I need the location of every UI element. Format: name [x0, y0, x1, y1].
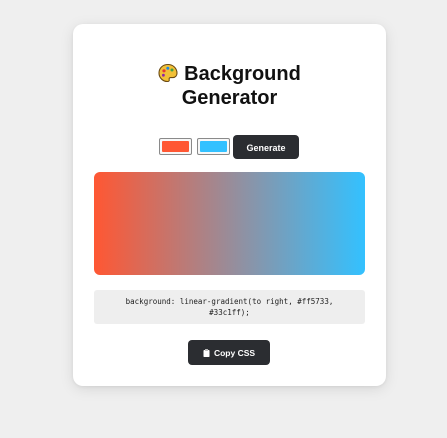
generator-card: Background Generator Generate background… [73, 24, 386, 386]
copy-css-label: Copy CSS [213, 348, 256, 358]
page-title: Background Generator [73, 62, 386, 110]
color-picker-2-fill [200, 141, 227, 152]
page-title-line1: Background [184, 63, 301, 85]
page-title-line2: Generator [181, 87, 278, 109]
color-picker-1-fill [162, 141, 189, 152]
css-output: background: linear-gradient(to right, #f… [94, 290, 365, 324]
clipboard-icon [203, 349, 210, 357]
gradient-preview [94, 172, 365, 275]
color-picker-2[interactable] [197, 138, 230, 155]
copy-css-button[interactable]: Copy CSS [188, 340, 270, 365]
controls-row: Generate [73, 134, 386, 159]
color-picker-1[interactable] [159, 138, 192, 155]
palette-icon [158, 63, 178, 83]
generate-button[interactable]: Generate [233, 135, 299, 159]
